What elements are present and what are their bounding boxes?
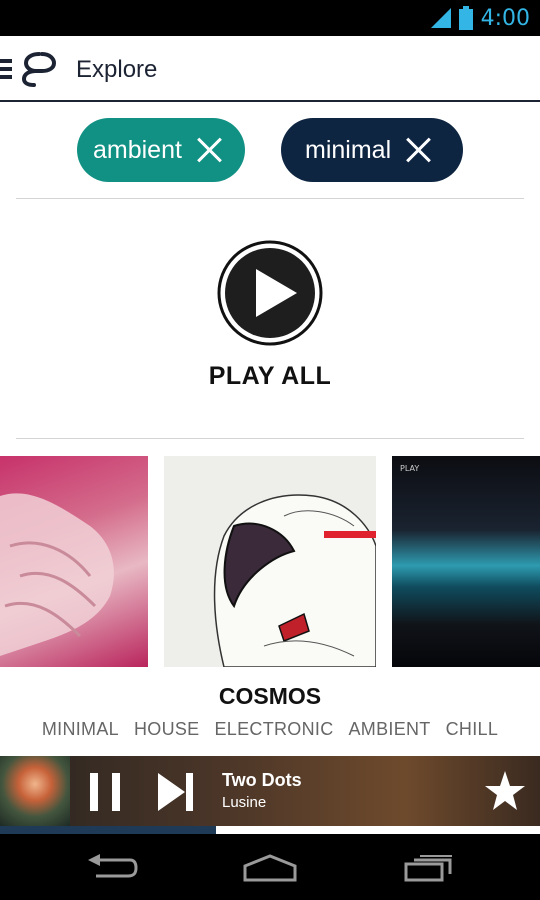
tag-item[interactable]: HOUSE [134,719,200,740]
filter-chip-minimal[interactable]: minimal [281,118,463,182]
back-icon[interactable] [88,854,138,882]
filter-chips: ambient minimal [0,118,540,182]
close-icon[interactable] [405,136,433,164]
status-bar: 4:00 [0,0,540,36]
tag-item[interactable]: CHILL [446,719,499,740]
recent-apps-icon[interactable] [404,854,454,882]
8tracks-logo-icon[interactable] [20,50,58,88]
astronaut-artwork [213,494,376,667]
home-icon[interactable] [243,854,297,882]
playlist-cover-previous[interactable] [0,456,148,667]
playlist-title[interactable]: COSMOS [0,683,540,710]
playlist-tags: MINIMAL HOUSE ELECTRONIC AMBIENT CHILL [0,719,540,740]
skip-next-icon [158,773,185,811]
tag-item[interactable]: MINIMAL [42,719,119,740]
star-icon[interactable] [484,770,526,812]
close-icon[interactable] [196,136,224,164]
divider [16,198,524,199]
cover-label: PLAY [400,464,420,473]
signal-icon [430,8,451,28]
filter-chip-label: ambient [93,135,182,164]
playlist-cover-next[interactable]: PLAY [392,456,540,667]
hands-artwork [0,493,114,656]
divider [16,438,524,439]
playlist-cover-cosmos[interactable] [164,456,376,667]
system-nav-bar [0,834,540,900]
track-artist: Lusine [222,794,267,811]
now-playing-bar[interactable]: Two Dots Lusine [0,756,540,826]
page-title: Explore [76,56,158,83]
track-progress-bar[interactable] [0,826,540,834]
pause-icon [90,773,98,811]
now-playing-artwork[interactable] [0,756,70,826]
status-time: 4:00 [480,5,530,31]
filter-chip-ambient[interactable]: ambient [77,118,245,182]
status-icons: 4:00 [430,0,530,36]
tag-item[interactable]: ELECTRONIC [214,719,333,740]
play-all-label[interactable]: PLAY ALL [0,362,540,391]
play-all-button[interactable] [217,240,323,346]
tag-item[interactable]: AMBIENT [349,719,431,740]
filter-chip-label: minimal [305,135,392,164]
battery-icon [458,6,473,30]
pause-button[interactable] [90,773,120,811]
hamburger-icon[interactable] [0,59,12,79]
next-track-button[interactable] [158,773,194,811]
app-bar: Explore [0,36,540,102]
track-title: Two Dots [222,770,302,790]
track-progress-fill [0,826,216,834]
